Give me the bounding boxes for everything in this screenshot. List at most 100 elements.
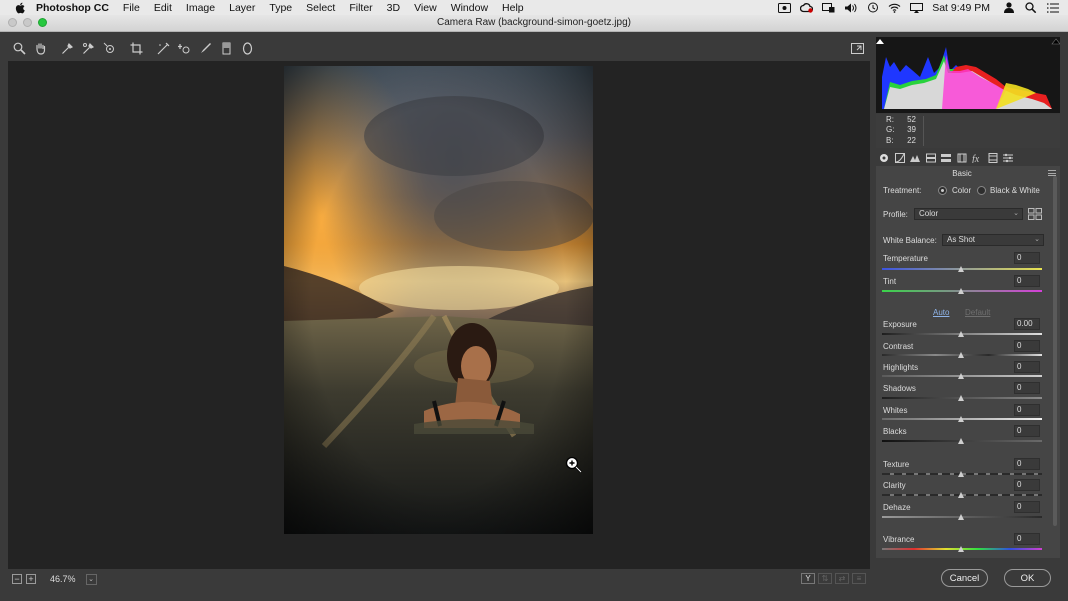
menu-3d[interactable]: 3D <box>387 2 400 14</box>
blacks-thumb[interactable] <box>958 438 964 444</box>
basic-tab-icon[interactable] <box>878 152 890 164</box>
screen-record-icon[interactable] <box>778 2 792 13</box>
menu-layer[interactable]: Layer <box>229 2 255 14</box>
radial-filter-icon[interactable] <box>239 40 255 56</box>
texture-thumb[interactable] <box>958 471 964 477</box>
slider-value-vibrance[interactable]: 0 <box>1014 533 1040 545</box>
treatment-color-radio[interactable] <box>938 186 947 195</box>
volume-icon[interactable] <box>844 2 857 13</box>
calibration-tab-icon[interactable] <box>987 152 999 164</box>
menu-help[interactable]: Help <box>502 2 524 14</box>
user-icon[interactable] <box>1002 2 1015 13</box>
preview-canvas[interactable] <box>8 61 870 569</box>
notification-list-icon[interactable] <box>1046 2 1059 13</box>
profile-browser-icon[interactable] <box>1028 208 1042 220</box>
apple-logo-icon[interactable] <box>13 2 27 14</box>
slider-value-whites[interactable]: 0 <box>1014 404 1040 416</box>
airplay-icon[interactable] <box>910 2 924 13</box>
detail-tab-icon[interactable] <box>909 152 921 164</box>
cancel-button[interactable]: Cancel <box>941 569 988 587</box>
split-toning-tab-icon[interactable] <box>940 152 952 164</box>
slider-value-texture[interactable]: 0 <box>1014 458 1040 470</box>
zoom-level-dropdown[interactable]: ⌄ <box>85 573 97 585</box>
auto-link[interactable]: Auto <box>933 308 949 317</box>
targeted-adjustment-tool-icon[interactable] <box>101 40 117 56</box>
menu-select[interactable]: Select <box>306 2 335 14</box>
menu-filter[interactable]: Filter <box>349 2 372 14</box>
creative-cloud-icon[interactable] <box>800 2 814 13</box>
display-icon[interactable] <box>822 2 835 13</box>
toggle-defaults-icon[interactable]: ≡ <box>852 573 866 584</box>
white-balance-select[interactable]: As Shot ⌄ <box>942 234 1044 246</box>
tint-thumb[interactable] <box>958 288 964 294</box>
presets-tab-icon[interactable] <box>1002 152 1014 164</box>
profile-value: Color <box>919 209 939 218</box>
time-machine-icon[interactable] <box>866 2 879 13</box>
spotlight-icon[interactable] <box>1024 2 1037 13</box>
slider-value-blacks[interactable]: 0 <box>1014 425 1040 437</box>
swap-before-after-icon[interactable]: ⇅ <box>818 573 832 584</box>
highlights-thumb[interactable] <box>958 373 964 379</box>
adjustment-brush-icon[interactable] <box>197 40 213 56</box>
clarity-thumb[interactable] <box>958 492 964 498</box>
menu-window[interactable]: Window <box>451 2 488 14</box>
slider-value-shadows[interactable]: 0 <box>1014 382 1040 394</box>
straighten-tool-icon[interactable] <box>155 40 171 56</box>
slider-label-whites: Whites <box>883 406 908 415</box>
treatment-bw-label[interactable]: Black & White <box>990 186 1040 195</box>
menu-type[interactable]: Type <box>269 2 292 14</box>
spot-removal-tool-icon[interactable] <box>176 40 192 56</box>
temperature-thumb[interactable] <box>958 266 964 272</box>
slider-value-temperature[interactable]: 0 <box>1014 252 1040 264</box>
zoom-tool-icon[interactable] <box>11 40 27 56</box>
profile-select[interactable]: Color ⌄ <box>914 208 1023 220</box>
panel-scrollbar[interactable] <box>1053 176 1057 526</box>
slider-label-tint: Tint <box>883 277 897 286</box>
wifi-icon[interactable] <box>888 2 901 13</box>
histogram-plot <box>876 38 1061 109</box>
white-balance-tool-icon[interactable] <box>59 40 75 56</box>
svg-text:fx: fx <box>972 154 980 163</box>
graduated-filter-icon[interactable] <box>218 40 234 56</box>
hsl-tab-icon[interactable] <box>925 152 937 164</box>
whites-thumb[interactable] <box>958 416 964 422</box>
preview-image[interactable] <box>284 66 593 534</box>
effects-tab-icon[interactable]: fx <box>971 152 983 164</box>
window-title-bar[interactable]: Camera Raw (background-simon-goetz.jpg) <box>0 15 1068 32</box>
fullscreen-toggle-icon[interactable] <box>849 41 865 55</box>
hand-tool-icon[interactable] <box>32 40 48 56</box>
zoom-out-button[interactable]: − <box>12 574 22 584</box>
slider-value-contrast[interactable]: 0 <box>1014 340 1040 352</box>
slider-value-highlights[interactable]: 0 <box>1014 361 1040 373</box>
treatment-label: Treatment: <box>883 186 922 195</box>
contrast-thumb[interactable] <box>958 352 964 358</box>
menu-clock[interactable]: Sat 9:49 PM <box>932 2 990 14</box>
menu-app-name[interactable]: Photoshop CC <box>36 2 109 14</box>
crop-tool-icon[interactable] <box>128 40 144 56</box>
menu-file[interactable]: File <box>123 2 140 14</box>
menu-view[interactable]: View <box>414 2 437 14</box>
ok-button[interactable]: OK <box>1004 569 1051 587</box>
slider-value-clarity[interactable]: 0 <box>1014 479 1040 491</box>
vibrance-thumb[interactable] <box>958 546 964 552</box>
treatment-color-label[interactable]: Color <box>952 186 971 195</box>
treatment-bw-radio[interactable] <box>977 186 986 195</box>
menu-edit[interactable]: Edit <box>154 2 172 14</box>
basic-panel: Basic Treatment: Color Black & White Pro… <box>876 166 1060 558</box>
menu-image[interactable]: Image <box>186 2 215 14</box>
slider-value-dehaze[interactable]: 0 <box>1014 501 1040 513</box>
dehaze-thumb[interactable] <box>958 514 964 520</box>
tone-curve-tab-icon[interactable] <box>894 152 906 164</box>
default-link[interactable]: Default <box>965 308 990 317</box>
tool-bar <box>8 37 870 59</box>
copy-settings-icon[interactable]: ⇄ <box>835 573 849 584</box>
exposure-thumb[interactable] <box>958 331 964 337</box>
lens-corrections-tab-icon[interactable] <box>956 152 968 164</box>
slider-value-tint[interactable]: 0 <box>1014 275 1040 287</box>
color-sampler-tool-icon[interactable] <box>80 40 96 56</box>
before-after-toggle-icon[interactable]: Y <box>801 573 815 584</box>
slider-value-exposure[interactable]: 0.00 <box>1014 318 1040 330</box>
shadows-thumb[interactable] <box>958 395 964 401</box>
zoom-in-button[interactable]: + <box>26 574 36 584</box>
panel-tabs: fx <box>876 150 1060 166</box>
